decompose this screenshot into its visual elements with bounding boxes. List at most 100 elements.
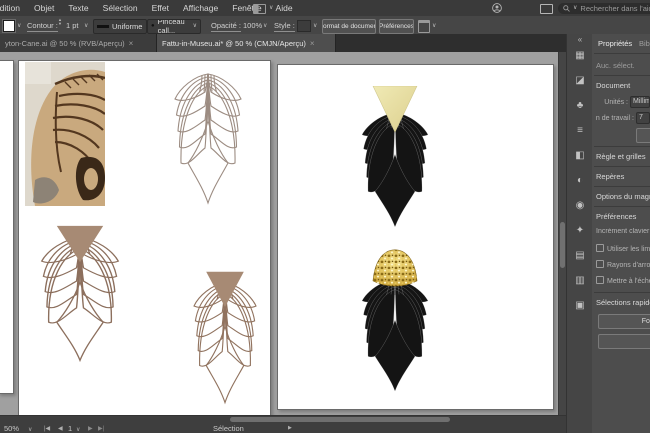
rulers-grids-header: Règle et grilles xyxy=(596,152,650,161)
stroke-profile-value: Uniforme xyxy=(112,22,142,31)
layers-panel-icon[interactable]: ▥ xyxy=(567,275,593,286)
opacity-chevron-icon[interactable]: ∨ xyxy=(263,23,267,29)
zoom-level-field[interactable]: 50% xyxy=(4,424,19,433)
menu-effet[interactable]: Effet xyxy=(145,0,176,16)
zoom-chevron-icon[interactable]: ∨ xyxy=(28,426,32,433)
checkbox-icon[interactable] xyxy=(596,260,604,268)
illustrator-window: Édition Objet Texte Sélection Effet Affi… xyxy=(0,0,650,433)
checkbox-icon[interactable] xyxy=(596,244,604,252)
graphic-style-swatch[interactable] xyxy=(297,20,311,32)
brush-chevron-icon: ∨ xyxy=(193,23,197,29)
artboard-chevron-icon[interactable]: ∨ xyxy=(76,426,80,433)
document-setup-button[interactable]: Format de document xyxy=(322,19,376,34)
menu-affichage[interactable]: Affichage xyxy=(176,0,225,16)
symbols-panel-icon[interactable]: ♣ xyxy=(567,100,593,111)
brushes-panel-icon[interactable]: ◪ xyxy=(567,75,593,86)
stroke-label[interactable]: Contour : xyxy=(27,21,58,32)
collapsed-panel-strip: « ▦ ◪ ♣ ≡ ◧ ◐ ◉ ✦ ▤ ▥ ▣ xyxy=(566,34,594,433)
quick-preferences-button[interactable]: Préférences xyxy=(598,334,650,349)
menu-selection[interactable]: Sélection xyxy=(96,0,145,16)
stroke-weight-stepper[interactable]: ▲ ▼ xyxy=(58,18,62,26)
vertical-scrollbar-thumb[interactable] xyxy=(560,222,565,268)
gold-speckle-texture xyxy=(373,250,417,286)
document-tab-inactive[interactable]: yton-Cane.ai @ 50 % (RVB/Aperçu) × xyxy=(0,34,157,52)
artwork-motif-outline-taupe[interactable] xyxy=(22,222,138,368)
artwork-motif-black-cream[interactable] xyxy=(345,86,445,234)
checkbox-scale-strokes[interactable]: Mettre à l'échelle les contours et les e… xyxy=(596,276,650,285)
current-tool-status: Sélection xyxy=(213,424,244,433)
artwork-motif-black-gold[interactable] xyxy=(345,248,445,398)
artboard-number-field[interactable]: 1 xyxy=(68,424,72,433)
graphic-styles-panel-icon[interactable]: ✦ xyxy=(567,225,593,236)
search-scope-chevron-icon[interactable]: ∨ xyxy=(573,5,577,11)
stroke-profile-dropdown[interactable]: Uniforme ∨ xyxy=(93,19,147,34)
close-tab-icon[interactable]: × xyxy=(310,39,315,48)
close-tab-icon[interactable]: × xyxy=(129,39,134,48)
help-search-box[interactable]: ∨ Rechercher dans l'aide xyxy=(558,3,650,14)
account-icon[interactable] xyxy=(492,3,502,13)
quick-actions-header: Sélections rapides xyxy=(596,298,650,307)
artboard-count-dropdown[interactable]: 7 xyxy=(636,112,650,124)
stroke-profile-line-icon xyxy=(97,25,109,28)
fill-chevron-icon[interactable]: ∨ xyxy=(17,23,21,29)
stroke-weight-chevron-icon[interactable]: ∨ xyxy=(84,23,88,29)
artboard-label: Plan de travail : xyxy=(596,115,634,122)
workspace-chevron-icon[interactable]: ∨ xyxy=(269,5,273,11)
fill-color-swatch[interactable] xyxy=(3,20,15,32)
stepper-down-icon[interactable]: ▼ xyxy=(58,21,62,26)
document-tab-title: yton-Cane.ai @ 50 % (RVB/Aperçu) xyxy=(5,39,125,48)
graphic-style-chevron-icon[interactable]: ∨ xyxy=(313,23,317,29)
stroke-weight-value[interactable]: 1 pt xyxy=(66,21,79,30)
tab-proprietes[interactable]: Propriétés xyxy=(598,39,632,48)
opacity-value[interactable]: 100% xyxy=(243,21,262,30)
transparency-panel-icon[interactable]: ◐ xyxy=(567,175,593,186)
panel-options-icon[interactable] xyxy=(418,20,430,33)
expand-panels-icon[interactable]: « xyxy=(567,35,593,44)
properties-panel: Propriétés Bibliothèques Auc. sélect. Do… xyxy=(592,34,650,433)
swatches-panel-icon[interactable]: ▦ xyxy=(567,50,593,61)
menu-edition[interactable]: Édition xyxy=(0,0,27,16)
artboard-0-sliver xyxy=(0,60,14,394)
checkbox-label: Rayons d'arrondis mis à l'échelle xyxy=(607,262,650,269)
checkbox-label: Utiliser les limites d'aperçu xyxy=(607,246,650,253)
panel-options-chevron-icon[interactable]: ∨ xyxy=(432,23,436,29)
horizontal-scrollbar-thumb[interactable] xyxy=(230,417,450,422)
menu-objet[interactable]: Objet xyxy=(27,0,61,16)
gradient-panel-icon[interactable]: ◧ xyxy=(567,150,593,161)
units-dropdown[interactable]: Millimètres xyxy=(630,96,650,108)
opacity-label[interactable]: Opacité : xyxy=(211,21,241,32)
menu-texte[interactable]: Texte xyxy=(61,0,95,16)
first-artboard-icon[interactable]: |◀ xyxy=(44,425,50,432)
previous-artboard-icon[interactable]: ◀ xyxy=(58,425,63,432)
graphic-style-label[interactable]: Style : xyxy=(274,21,295,32)
preferences-section-header: Préférences xyxy=(596,212,650,221)
document-tab-active[interactable]: Fattu-in-Museu.ai* @ 50 % (CMJN/Aperçu) … xyxy=(157,34,336,52)
reference-photo-vase[interactable] xyxy=(25,62,105,206)
last-artboard-icon[interactable]: ▶| xyxy=(98,425,104,432)
workspace-switcher-icon[interactable] xyxy=(253,4,266,14)
search-icon xyxy=(563,5,570,12)
artboards-panel-icon[interactable]: ▣ xyxy=(567,300,593,311)
artwork-motif-outline[interactable] xyxy=(158,66,258,211)
document-section-header: Document xyxy=(596,81,650,90)
artwork-motif-outline-taupe-2[interactable] xyxy=(178,268,272,410)
checkbox-preview-bounds[interactable]: Utiliser les limites d'aperçu xyxy=(596,244,650,253)
export-panel-icon[interactable]: ▤ xyxy=(567,250,593,261)
units-label: Unités : xyxy=(604,99,628,106)
preferences-button[interactable]: Préférences xyxy=(379,19,414,34)
arrange-documents-icon[interactable] xyxy=(540,4,553,14)
brush-dot-icon: ● xyxy=(151,23,155,29)
status-flyout-icon[interactable]: ▶ xyxy=(288,425,292,431)
appearance-panel-icon[interactable]: ◉ xyxy=(567,200,593,211)
checkbox-icon[interactable] xyxy=(596,276,604,284)
menu-bar: Édition Objet Texte Sélection Effet Affi… xyxy=(0,0,650,16)
tab-bibliotheques[interactable]: Bibliothèques xyxy=(639,39,650,48)
quick-document-setup-button[interactable]: Format de document xyxy=(598,314,650,329)
stroke-panel-icon[interactable]: ≡ xyxy=(567,125,593,136)
snapping-options-header: Options du magnétisme xyxy=(596,192,650,201)
brush-dropdown[interactable]: ● Pinceau call... ∨ xyxy=(147,19,201,34)
next-artboard-icon[interactable]: ▶ xyxy=(88,425,93,432)
checkbox-scale-corners[interactable]: Rayons d'arrondis mis à l'échelle xyxy=(596,260,650,269)
edit-artboards-button[interactable] xyxy=(636,128,650,143)
canvas-area xyxy=(0,52,558,415)
